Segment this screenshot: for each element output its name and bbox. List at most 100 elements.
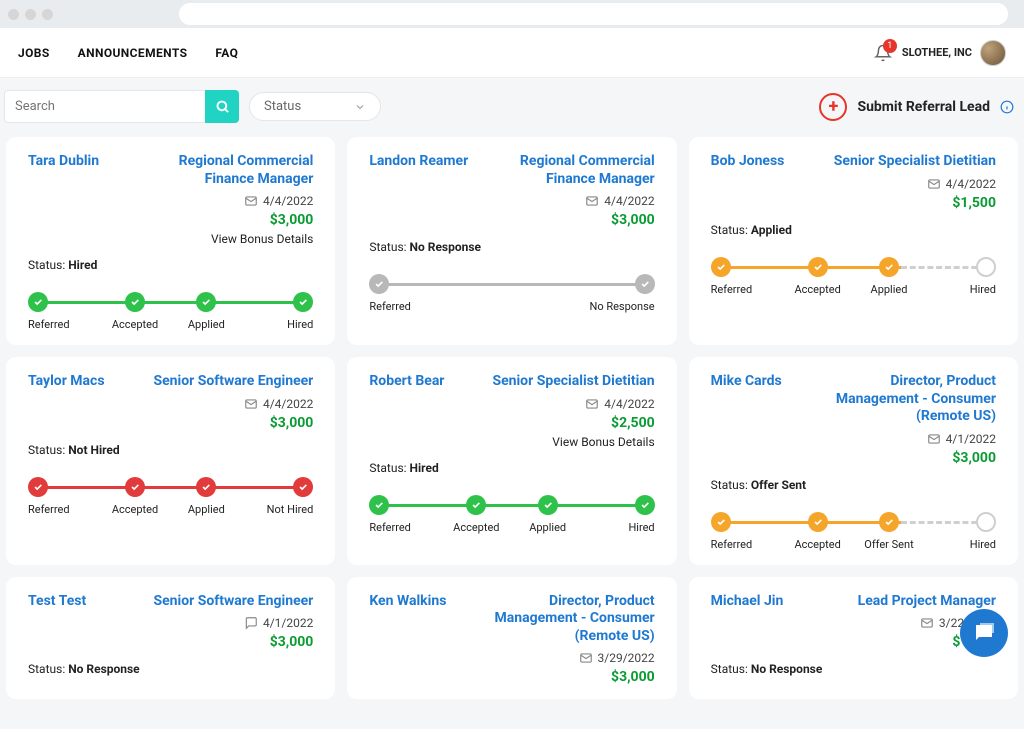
progress-step: Accepted <box>782 257 853 296</box>
progress-step: Referred <box>711 512 782 551</box>
step-dot <box>635 495 655 515</box>
progress-step: Referred <box>711 257 782 296</box>
view-bonus-details[interactable]: View Bonus Details <box>552 435 654 449</box>
top-nav: JOBS ANNOUNCEMENTS FAQ 1 SLOTHEE, INC <box>0 28 1024 78</box>
step-label: Not Hired <box>267 503 314 516</box>
step-label: Offer Sent <box>864 538 913 551</box>
email-date: 4/4/2022 <box>927 177 996 191</box>
referral-card[interactable]: Robert BearSenior Specialist Dietitian 4… <box>347 357 676 565</box>
job-title[interactable]: Director, Product Management - Consumer … <box>489 593 654 646</box>
referral-card[interactable]: Mike Cards Director, Product Management -… <box>689 357 1018 565</box>
status-dropdown[interactable]: Status <box>249 92 381 121</box>
traffic-light-min[interactable] <box>25 9 36 20</box>
step-label: Accepted <box>112 318 158 331</box>
nav-jobs[interactable]: JOBS <box>18 46 50 60</box>
step-label: Hired <box>628 521 654 534</box>
progress-step: Accepted <box>99 292 170 331</box>
step-label: Accepted <box>794 283 840 296</box>
nav-faq[interactable]: FAQ <box>215 46 238 60</box>
traffic-light-close[interactable] <box>8 9 19 20</box>
step-dot <box>538 495 558 515</box>
job-title[interactable]: Senior Software Engineer <box>153 593 313 611</box>
progress-step: Referred <box>28 292 99 331</box>
status-text: Status: No Response <box>369 240 654 254</box>
step-label: Applied <box>188 503 225 516</box>
info-icon[interactable] <box>1000 100 1014 114</box>
email-date: 4/1/2022 <box>927 432 996 446</box>
company-name[interactable]: SLOTHEE, INC <box>902 46 972 59</box>
progress-step: Not Hired <box>242 477 313 516</box>
progress-step: Applied <box>512 495 583 534</box>
job-title[interactable]: Senior Specialist Dietitian <box>492 373 654 391</box>
step-label: No Response <box>589 300 654 313</box>
traffic-light-max[interactable] <box>42 9 53 20</box>
step-label: Referred <box>711 538 753 551</box>
progress-step: Referred <box>369 495 440 534</box>
job-title[interactable]: Regional Commercial Finance Manager <box>489 153 654 188</box>
step-dot <box>369 495 389 515</box>
referral-card[interactable]: Taylor Macs Senior Software Engineer 4/4/… <box>6 357 335 565</box>
status-text: Status: No Response <box>711 662 996 676</box>
url-bar[interactable] <box>179 3 1008 25</box>
notifications-button[interactable]: 1 <box>874 44 892 62</box>
job-title[interactable]: Director, Product Management - Consumer … <box>831 373 996 426</box>
step-dot <box>369 274 389 294</box>
progress-step: Accepted <box>782 512 853 551</box>
candidate-name[interactable]: Michael Jin <box>711 593 784 611</box>
referral-card[interactable]: Tara Dublin Regional Commercial Finance M… <box>6 137 335 345</box>
bonus-amount: $1,500 <box>952 195 996 211</box>
step-dot <box>976 257 996 277</box>
candidate-name[interactable]: Taylor Macs <box>28 373 105 391</box>
candidate-name[interactable]: Robert Bear <box>369 373 444 391</box>
bonus-amount: $3,000 <box>952 450 996 466</box>
chat-fab[interactable] <box>960 609 1008 657</box>
progress-track: ReferredAcceptedAppliedHired <box>711 257 996 296</box>
candidate-name[interactable]: Mike Cards <box>711 373 782 426</box>
candidate-name[interactable]: Bob Joness <box>711 153 785 171</box>
job-title[interactable]: Senior Software Engineer <box>153 373 313 391</box>
job-title[interactable]: Lead Project Manager <box>858 593 996 611</box>
bonus-amount: $3,000 <box>270 212 314 228</box>
filters-bar: Status + Submit Referral Lead <box>0 78 1024 131</box>
referral-card[interactable]: Landon Reamer Regional Commercial Finance… <box>347 137 676 345</box>
step-label: Referred <box>369 521 411 534</box>
step-dot <box>976 512 996 532</box>
candidate-name[interactable]: Ken Walkins <box>369 593 446 646</box>
avatar[interactable] <box>980 40 1006 66</box>
candidate-name[interactable]: Landon Reamer <box>369 153 468 188</box>
candidate-name[interactable]: Tara Dublin <box>28 153 99 188</box>
status-text: Status: Offer Sent <box>711 478 996 492</box>
step-dot <box>711 257 731 277</box>
chevron-down-icon <box>354 101 366 113</box>
status-dropdown-label: Status <box>264 99 301 114</box>
progress-step: Accepted <box>441 495 512 534</box>
step-dot <box>635 274 655 294</box>
view-bonus-details[interactable]: View Bonus Details <box>211 232 313 246</box>
search-box <box>4 90 239 123</box>
progress-step: No Response <box>512 274 655 313</box>
email-date: 4/4/2022 <box>244 397 313 411</box>
search-input[interactable] <box>4 90 205 123</box>
message-date: 4/1/2022 <box>244 616 313 630</box>
referral-card[interactable]: Bob Joness Senior Specialist Dietitian 4/… <box>689 137 1018 345</box>
step-label: Accepted <box>794 538 840 551</box>
job-title[interactable]: Regional Commercial Finance Manager <box>148 153 313 188</box>
step-dot <box>466 495 486 515</box>
progress-step: Hired <box>242 292 313 331</box>
submit-referral-button[interactable]: + Submit Referral Lead <box>819 93 1020 121</box>
progress-track: Referred AcceptedApplied Hired <box>369 495 654 534</box>
email-date: 3/29/2022 <box>579 651 655 665</box>
nav-announcements[interactable]: ANNOUNCEMENTS <box>78 46 188 60</box>
step-dot <box>293 477 313 497</box>
step-label: Referred <box>369 300 411 313</box>
referral-card[interactable]: Test Test Senior Software Engineer 4/1/20… <box>6 577 335 700</box>
candidate-name[interactable]: Test Test <box>28 593 86 611</box>
referral-card[interactable]: Ken Walkins Director, Product Management … <box>347 577 676 700</box>
progress-step: Referred <box>28 477 99 516</box>
search-button[interactable] <box>205 90 239 123</box>
status-text: Status: Applied <box>711 223 996 237</box>
step-label: Hired <box>970 538 996 551</box>
step-dot <box>28 477 48 497</box>
job-title[interactable]: Senior Specialist Dietitian <box>834 153 996 171</box>
progress-step: Hired <box>925 512 996 551</box>
